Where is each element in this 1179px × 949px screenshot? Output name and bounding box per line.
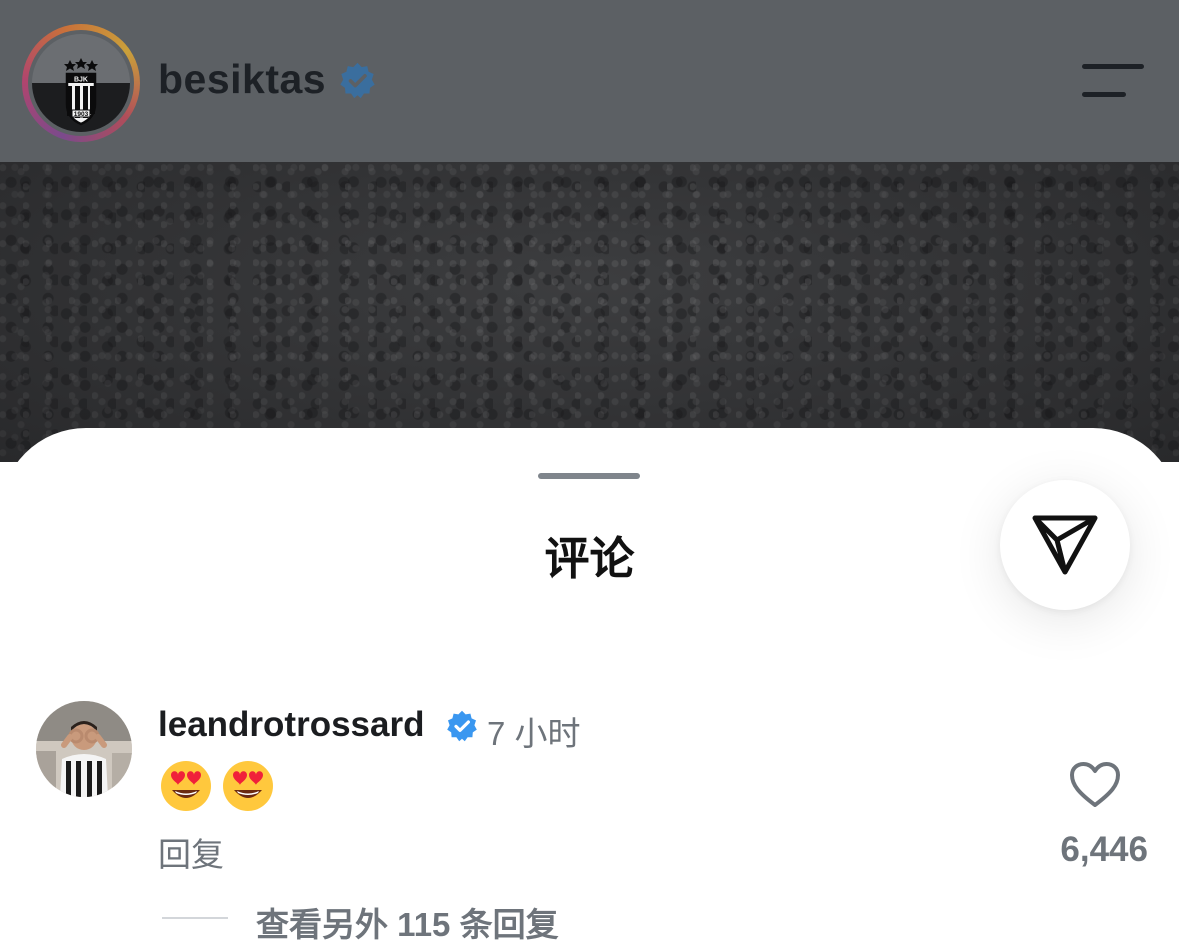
profile-username[interactable]: besiktas — [158, 56, 326, 103]
hamburger-menu-icon[interactable] — [1082, 64, 1144, 98]
send-icon — [1032, 515, 1098, 575]
svg-text:BJK: BJK — [74, 77, 88, 84]
share-button[interactable] — [1000, 480, 1130, 610]
view-more-replies-button[interactable]: 查看另外 115 条回复 — [256, 898, 559, 946]
post-header: BJK 1903 besiktas — [0, 0, 1179, 162]
profile-avatar[interactable]: BJK 1903 — [22, 24, 140, 142]
reply-button[interactable]: 回复 — [158, 828, 224, 876]
heart-outline-icon[interactable] — [1069, 761, 1121, 809]
post-photo — [0, 162, 1179, 462]
heart-eyes-emoji-icon — [223, 761, 273, 811]
verified-badge-icon — [447, 710, 477, 742]
svg-text:1903: 1903 — [74, 111, 89, 118]
besiktas-crest-logo: BJK 1903 — [32, 34, 130, 132]
heart-eyes-emoji-icon — [161, 761, 211, 811]
comment-avatar[interactable] — [36, 701, 132, 797]
sheet-grabber-handle[interactable] — [538, 473, 640, 479]
comment-timestamp: 7 小时 — [487, 715, 581, 752]
comment-text — [158, 758, 278, 814]
verified-badge-icon — [340, 62, 375, 99]
comment-username[interactable]: leandrotrossard — [158, 705, 424, 745]
replies-divider-line — [162, 917, 228, 919]
instagram-post-comments-screen: BJK 1903 besiktas 评论 leandrotrossard 7 小… — [0, 0, 1179, 949]
comments-sheet: 评论 leandrotrossard 7 小时 回复 6,446 查看另外 11… — [0, 428, 1179, 949]
like-count: 6,446 — [1060, 830, 1148, 869]
